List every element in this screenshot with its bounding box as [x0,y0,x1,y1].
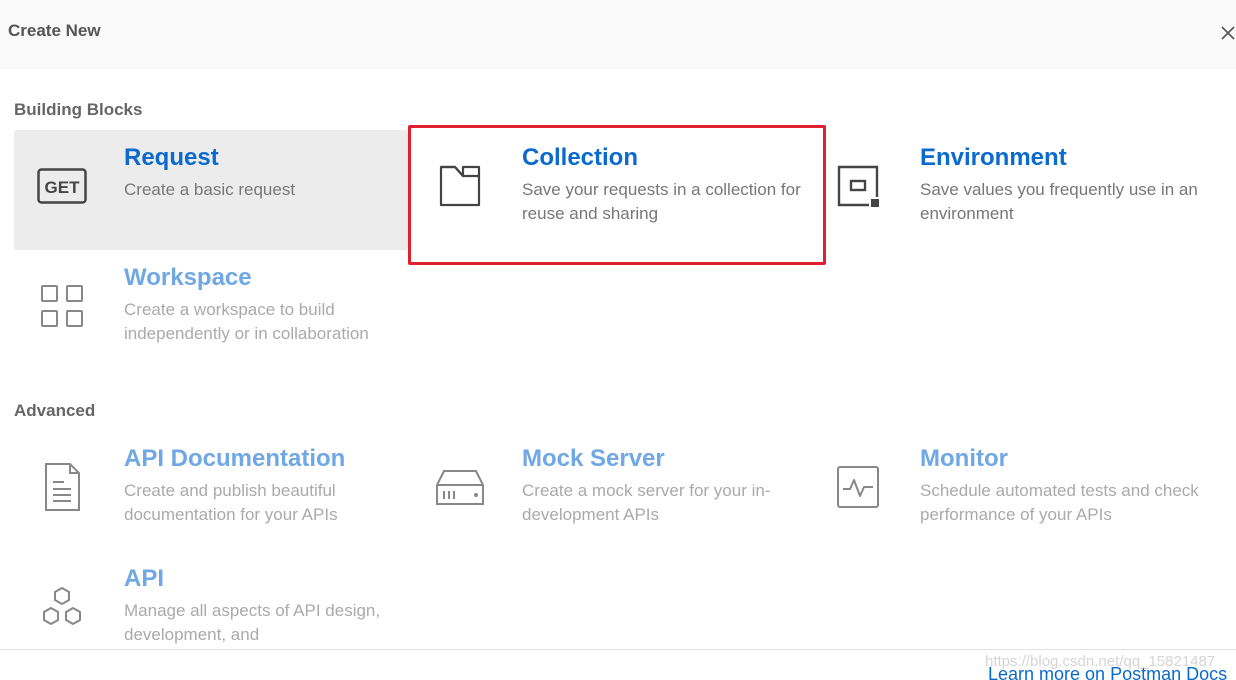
card-description: Save your requests in a collection for r… [522,180,801,223]
card-description: Schedule automated tests and check perfo… [920,481,1199,524]
close-button[interactable] [1220,24,1236,42]
server-icon [434,461,486,513]
card-monitor[interactable]: Monitor Schedule automated tests and che… [810,431,1204,551]
card-title: Request [124,144,219,171]
get-icon: GET [36,160,88,212]
card-workspace[interactable]: Workspace Create a workspace to build in… [14,250,408,370]
card-title: API [124,565,165,592]
monitor-icon [832,461,884,513]
section-title-advanced: Advanced [14,401,96,420]
card-description: Create a mock server for your in-develop… [522,481,771,524]
card-title: API Documentation [124,445,346,472]
card-description: Create a basic request [124,180,296,199]
card-title: Mock Server [522,445,665,472]
get-icon-text: GET [45,178,81,197]
card-title: Environment [920,144,1067,171]
card-description: Manage all aspects of API design, develo… [124,601,381,644]
modal-title: Create New [8,21,101,40]
card-title: Workspace [124,264,252,291]
card-api-documentation[interactable]: API Documentation Create and publish bea… [14,431,408,551]
section-title-building-blocks: Building Blocks [14,100,143,119]
footer-divider [0,649,1236,650]
modal-header: Create New [0,0,1236,69]
card-api[interactable]: API Manage all aspects of API design, de… [14,551,408,671]
card-description: Create and publish beautiful documentati… [124,481,338,524]
environment-icon [832,160,884,212]
card-request[interactable]: GET Request Create a basic request [14,130,408,250]
postman-docs-link[interactable]: Learn more on Postman Docs [988,664,1227,680]
card-title: Monitor [920,445,1008,472]
card-collection[interactable]: Collection Save your requests in a colle… [412,130,806,250]
card-description: Create a workspace to build independentl… [124,300,369,343]
card-environment[interactable]: Environment Save values you frequently u… [810,130,1204,250]
grid-icon [36,280,88,332]
card-title: Collection [522,144,639,171]
hexagons-icon [36,581,88,633]
folder-icon [434,160,486,212]
close-icon[interactable] [1220,24,1236,42]
document-icon [36,461,88,513]
card-description: Save values you frequently use in an env… [920,180,1198,223]
card-mock-server[interactable]: Mock Server Create a mock server for you… [412,431,806,551]
